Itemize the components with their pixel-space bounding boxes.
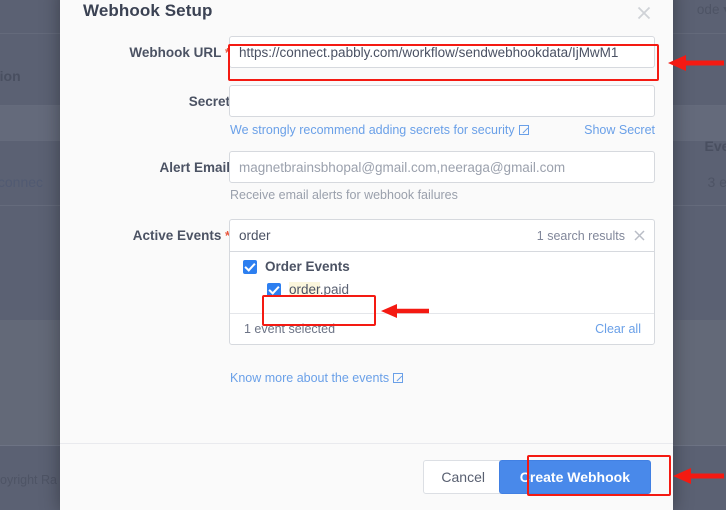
bg-nav-fragment: tion [0,68,21,84]
bg-mode-label: ode [696,2,720,17]
alert-email-input[interactable]: magnetbrainsbhopal@gmail.com,neeraga@gma… [229,151,655,183]
bg-events-column-header: Even [704,138,726,154]
webhook-url-label: Webhook URL * [129,45,230,60]
dialog-footer: Cancel Create Webhook [60,443,673,510]
event-group-label: Order Events [265,259,350,274]
bg-url-fragment: /connec [0,174,44,190]
search-match-highlight: order [289,282,320,297]
show-secret-link[interactable]: Show Secret [584,123,655,137]
events-search-input[interactable]: order 1 search results [229,219,655,251]
bg-mode-dropdown[interactable]: ode ▾ [697,2,726,18]
active-events-label: Active Events * [132,228,230,243]
events-search-results-count: 1 search results [536,228,625,243]
dialog-form: Webhook URL * https://connect.pabbly.com… [60,34,673,443]
event-option-suffix: .paid [319,282,350,297]
events-search-value: order [239,228,271,243]
bg-copyright-fragment: oyright Ra [0,473,57,487]
create-webhook-button[interactable]: Create Webhook [498,460,651,494]
bg-events-count: 3 ev [707,174,726,190]
event-group-order-events[interactable]: Order Events [230,252,654,279]
webhook-setup-dialog: Webhook Setup Webhook URL * https://conn… [60,0,673,510]
external-link-icon [518,125,529,135]
secret-recommendation-link[interactable]: We strongly recommend adding secrets for… [230,123,529,137]
close-icon[interactable] [633,2,655,24]
alert-email-label: Alert Email [159,160,230,175]
secret-input[interactable] [229,85,655,117]
webhook-url-input[interactable]: https://connect.pabbly.com/workflow/send… [229,36,655,68]
alert-email-hint: Receive email alerts for webhook failure… [230,188,458,202]
clear-search-icon[interactable] [633,229,646,242]
external-link-icon [393,373,404,383]
event-option-label: order.paid [289,282,349,297]
event-group-checkbox[interactable] [243,259,257,274]
page-title: Webhook Setup [83,1,213,20]
cancel-button[interactable]: Cancel [423,460,503,494]
events-list-footer: 1 event selected Clear all [230,313,654,344]
events-selected-count: 1 event selected [244,322,336,336]
secret-label: Secret [188,94,230,109]
event-option-checkbox[interactable] [267,282,281,297]
events-list: Order Events order.paid 1 event selected… [229,251,655,345]
dialog-header: Webhook Setup [60,0,673,34]
clear-all-link[interactable]: Clear all [595,322,641,336]
events-list-spacer [230,300,654,313]
know-more-events-link[interactable]: Know more about the events [230,371,404,385]
event-option-order-paid[interactable]: order.paid [230,279,654,300]
